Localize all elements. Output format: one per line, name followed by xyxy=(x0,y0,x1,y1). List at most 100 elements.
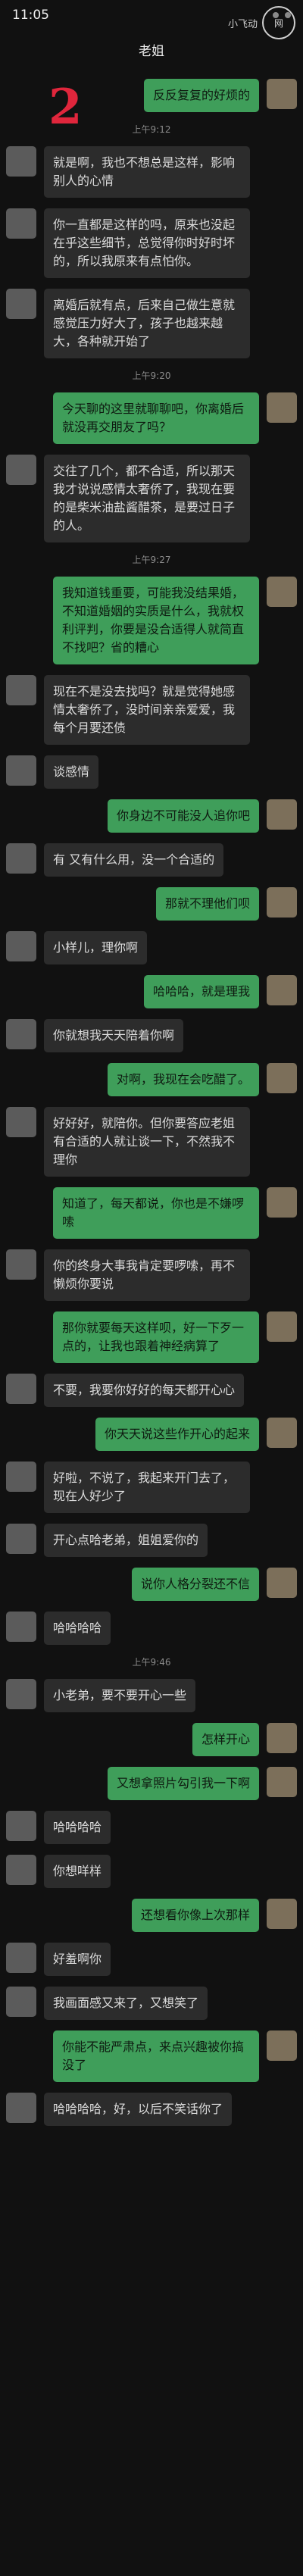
message-bubble[interactable]: 你就想我天天陪着你啊 xyxy=(44,1019,184,1052)
message-row-received: 好好好，就陪你。但你要答应老姐有合适的人就让谈一下，不然我不理你 xyxy=(0,1107,303,1177)
message-bubble[interactable]: 哈哈哈，就是理我 xyxy=(143,975,259,1008)
chat-header: 老姐 xyxy=(0,30,303,68)
message-row-received: 你的终身大事我肯定要啰嗦，再不懒烦你要说 xyxy=(0,1249,303,1301)
message-bubble[interactable]: 小老弟，要不要开心一些 xyxy=(44,1679,196,1712)
message-bubble[interactable]: 好啦，不说了，我起来开门去了，现在人好少了 xyxy=(44,1462,250,1513)
contact-avatar[interactable] xyxy=(6,1107,36,1137)
my-avatar[interactable] xyxy=(267,1723,297,1753)
contact-avatar[interactable] xyxy=(6,1855,36,1885)
contact-avatar[interactable] xyxy=(6,1811,36,1841)
message-bubble[interactable]: 不要，我要你好好的每天都开心心 xyxy=(44,1374,245,1407)
contact-avatar[interactable] xyxy=(6,1943,36,1973)
my-avatar[interactable] xyxy=(267,577,297,607)
message-bubble[interactable]: 又想拿照片勾引我一下啊 xyxy=(107,1767,259,1800)
message-bubble[interactable]: 反反复复的好烦的 xyxy=(143,79,259,112)
timestamp: 上午9:46 xyxy=(132,1657,171,1668)
message-row-received: 你就想我天天陪着你啊 xyxy=(0,1019,303,1052)
message-row-received: 好啦，不说了，我起来开门去了，现在人好少了 xyxy=(0,1462,303,1513)
my-avatar[interactable] xyxy=(267,1767,297,1797)
message-bubble[interactable]: 那就不理他们呗 xyxy=(155,887,259,921)
message-bubble[interactable]: 离婚后就有点，后来自己做生意就感觉压力好大了，孩子也越来越大，各种就开始了 xyxy=(44,289,250,358)
message-bubble[interactable]: 交往了几个，都不合适，所以那天我才说说感情太奢侨了，我现在要的是柴米油盐酱醋茶，… xyxy=(44,455,250,542)
message-bubble[interactable]: 那你就要每天这样呗，好一下歹一点的，让我也跟着神经病算了 xyxy=(53,1311,259,1363)
message-row-received: 你一直都是这样的吗，原来也没起在乎这些细节，总觉得你时好时坏的，所以我原来有点怕… xyxy=(0,208,303,278)
contact-avatar[interactable] xyxy=(6,1524,36,1554)
contact-avatar[interactable] xyxy=(6,208,36,239)
my-avatar[interactable] xyxy=(267,1418,297,1448)
message-bubble[interactable]: 哈哈哈哈 xyxy=(44,1612,111,1645)
message-row-received: 有 又有什么用，没一个合适的 xyxy=(0,843,303,877)
contact-avatar[interactable] xyxy=(6,289,36,319)
message-row-sent: 又想拿照片勾引我一下啊 xyxy=(0,1767,303,1800)
message-row-sent: 你天天说这些作开心的起来 xyxy=(0,1418,303,1451)
contact-avatar[interactable] xyxy=(6,843,36,874)
message-bubble[interactable]: 哈哈哈哈 xyxy=(44,1811,111,1844)
message-row-sent: 那你就要每天这样呗，好一下歹一点的，让我也跟着神经病算了 xyxy=(0,1311,303,1363)
my-avatar[interactable] xyxy=(267,799,297,830)
contact-avatar[interactable] xyxy=(6,1249,36,1280)
message-bubble[interactable]: 开心点哈老弟，姐姐爱你的 xyxy=(44,1524,208,1557)
my-avatar[interactable] xyxy=(267,1568,297,1598)
message-row-sent: 今天聊的这里就聊聊吧，你离婚后就没再交朋友了吗？ xyxy=(0,392,303,444)
message-row-sent: 反反复复的好烦的 xyxy=(0,79,303,112)
my-avatar[interactable] xyxy=(267,1187,297,1218)
message-bubble[interactable]: 怎样开心 xyxy=(192,1723,259,1756)
message-row-sent: 说你人格分裂还不信 xyxy=(0,1568,303,1601)
contact-avatar[interactable] xyxy=(6,1679,36,1709)
chat-title: 老姐 xyxy=(139,43,164,59)
my-avatar[interactable] xyxy=(267,1063,297,1093)
contact-avatar[interactable] xyxy=(6,1612,36,1642)
contact-avatar[interactable] xyxy=(6,455,36,485)
message-bubble[interactable]: 好羞啊你 xyxy=(44,1943,111,1976)
my-avatar[interactable] xyxy=(267,2030,297,2061)
contact-avatar[interactable] xyxy=(6,1987,36,2017)
message-bubble[interactable]: 有 又有什么用，没一个合适的 xyxy=(44,843,224,877)
message-bubble[interactable]: 你的终身大事我肯定要啰嗦，再不懒烦你要说 xyxy=(44,1249,250,1301)
contact-avatar[interactable] xyxy=(6,755,36,786)
message-row-received: 好羞啊你 xyxy=(0,1943,303,1976)
clock: 11:05 xyxy=(12,8,49,23)
message-row-received: 现在不是没去找吗？就是觉得她感情太奢侨了，没时间亲亲爱爱，我每个月要还债 xyxy=(0,675,303,745)
my-avatar[interactable] xyxy=(267,79,297,109)
message-bubble[interactable]: 哈哈哈哈，好，以后不笑话你了 xyxy=(44,2093,233,2126)
my-avatar[interactable] xyxy=(267,1311,297,1342)
contact-avatar[interactable] xyxy=(6,931,36,961)
message-row-sent: 对啊，我现在会吃醋了。 xyxy=(0,1063,303,1096)
contact-avatar[interactable] xyxy=(6,1019,36,1049)
message-bubble[interactable]: 说你人格分裂还不信 xyxy=(131,1568,259,1601)
message-bubble[interactable]: 谈感情 xyxy=(44,755,99,789)
my-avatar[interactable] xyxy=(267,975,297,1005)
contact-avatar[interactable] xyxy=(6,146,36,177)
message-bubble[interactable]: 对啊，我现在会吃醋了。 xyxy=(107,1063,259,1096)
message-bubble[interactable]: 还想看你像上次那样 xyxy=(131,1899,259,1932)
message-row-received: 交往了几个，都不合适，所以那天我才说说感情太奢侨了，我现在要的是柴米油盐酱醋茶，… xyxy=(0,455,303,542)
message-bubble[interactable]: 现在不是没去找吗？就是觉得她感情太奢侨了，没时间亲亲爱爱，我每个月要还债 xyxy=(44,675,250,745)
message-row-received: 哈哈哈哈，好，以后不笑话你了 xyxy=(0,2093,303,2126)
message-bubble[interactable]: 我知道钱重要，可能我没结果婚，不知道婚姻的实质是什么，我就权利评判，你要是没合适… xyxy=(53,577,259,664)
message-bubble[interactable]: 你一直都是这样的吗，原来也没起在乎这些细节，总觉得你时好时坏的，所以我原来有点怕… xyxy=(44,208,250,278)
message-bubble[interactable]: 你能不能严肃点，来点兴趣被你搞没了 xyxy=(53,2030,259,2082)
message-row-sent: 知道了，每天都说，你也是不嫌啰嗦 xyxy=(0,1187,303,1239)
message-row-sent: 我知道钱重要，可能我没结果婚，不知道婚姻的实质是什么，我就权利评判，你要是没合适… xyxy=(0,577,303,664)
contact-avatar[interactable] xyxy=(6,1374,36,1404)
my-avatar[interactable] xyxy=(267,392,297,423)
contact-avatar[interactable] xyxy=(6,1462,36,1492)
message-row-sent: 哈哈哈，就是理我 xyxy=(0,975,303,1008)
contact-avatar[interactable] xyxy=(6,675,36,705)
my-avatar[interactable] xyxy=(267,1899,297,1929)
message-row-received: 小老弟，要不要开心一些 xyxy=(0,1679,303,1712)
message-bubble[interactable]: 你想咩样 xyxy=(44,1855,111,1888)
message-bubble[interactable]: 好好好，就陪你。但你要答应老姐有合适的人就让谈一下，不然我不理你 xyxy=(44,1107,250,1177)
message-bubble[interactable]: 就是啊，我也不想总是这样，影响别人的心情 xyxy=(44,146,250,198)
message-bubble[interactable]: 你身边不可能没人追你吧 xyxy=(107,799,259,833)
my-avatar[interactable] xyxy=(267,887,297,918)
message-bubble[interactable]: 今天聊的这里就聊聊吧，你离婚后就没再交朋友了吗？ xyxy=(53,392,259,444)
contact-avatar[interactable] xyxy=(6,2093,36,2123)
message-bubble[interactable]: 你天天说这些作开心的起来 xyxy=(95,1418,259,1451)
message-bubble[interactable]: 知道了，每天都说，你也是不嫌啰嗦 xyxy=(53,1187,259,1239)
message-row-sent: 那就不理他们呗 xyxy=(0,887,303,921)
message-row-received: 哈哈哈哈 xyxy=(0,1811,303,1844)
message-row-received: 不要，我要你好好的每天都开心心 xyxy=(0,1374,303,1407)
message-bubble[interactable]: 小样儿，理你啊 xyxy=(44,931,148,964)
message-bubble[interactable]: 我画面感又来了，又想笑了 xyxy=(44,1987,208,2020)
